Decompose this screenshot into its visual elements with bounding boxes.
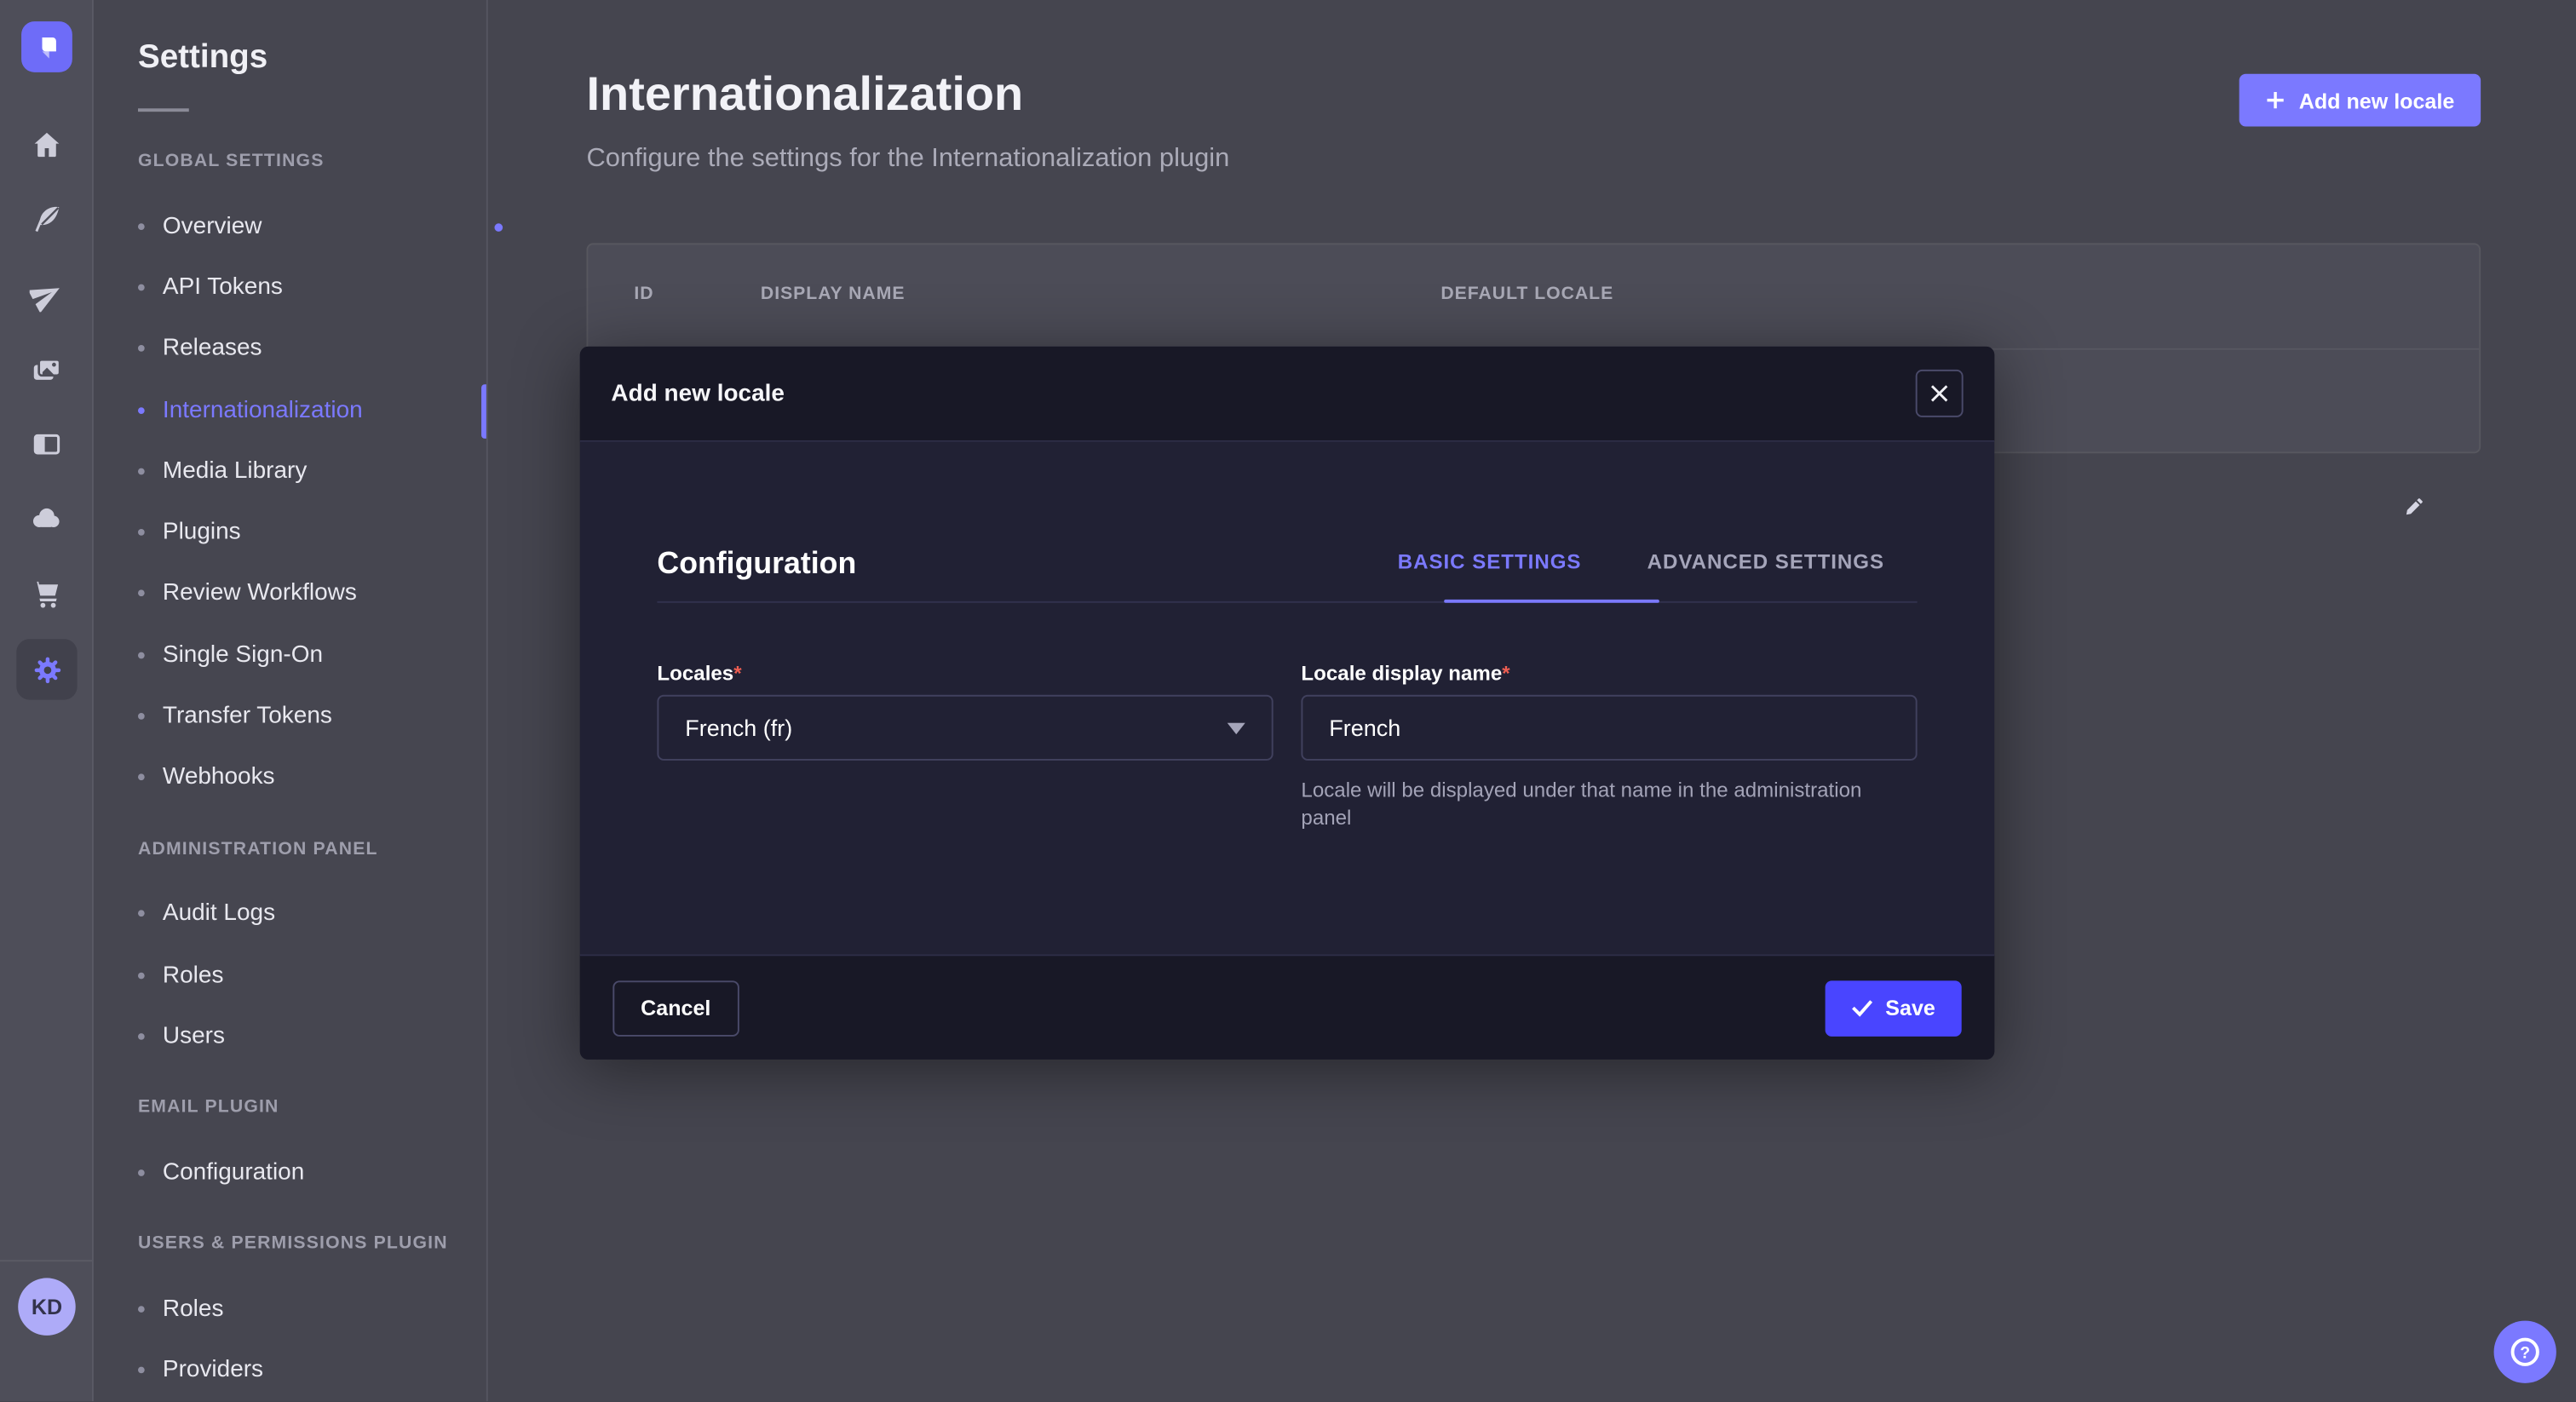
sidebar-item-providers[interactable]: Providers [138,1352,536,1388]
section-users-permissions-plugin: USERS & PERMISSIONS PLUGIN [138,1233,448,1253]
sidebar-item-webhooks[interactable]: Webhooks [138,759,536,795]
feather-icon[interactable] [26,198,66,238]
locales-select[interactable]: French (fr) [657,695,1273,761]
question-circle-icon: ? [2507,1334,2543,1370]
sidebar-item-releases[interactable]: Releases [138,330,536,366]
gear-icon [31,653,64,687]
section-administration-panel: ADMINISTRATION PANEL [138,839,378,859]
settings-sidebar: Settings GLOBAL SETTINGS Overview API To… [94,0,488,1401]
sidebar-item-single-sign-on[interactable]: Single Sign-On [138,637,536,673]
svg-text:?: ? [2520,1343,2530,1362]
plus-icon [2266,90,2286,110]
bullet-icon [138,652,145,659]
modal-close-button[interactable] [1916,370,1964,417]
add-new-locale-button[interactable]: Add new locale [2240,74,2481,127]
save-button[interactable]: Save [1825,980,1962,1036]
bullet-icon [138,223,145,230]
settings-tabs: BASIC SETTINGS ADVANCED SETTINGS [1365,537,1918,587]
display-name-hint: Locale will be displayed under that name… [1301,777,1917,833]
help-button[interactable]: ? [2494,1321,2556,1383]
sidebar-item-media-library[interactable]: Media Library [138,453,536,489]
sidebar-item-api-tokens[interactable]: API Tokens [138,269,536,305]
locales-label: Locales* [657,662,741,685]
modal-footer: Cancel Save [580,954,1994,1059]
sidebar-item-admin-roles[interactable]: Roles [138,957,536,993]
required-asterisk: * [733,662,741,685]
media-icon[interactable] [26,350,66,389]
app-root: KD Settings GLOBAL SETTINGS Overview API… [0,0,2576,1401]
check-icon [1851,999,1872,1017]
bullet-icon [138,468,145,475]
bullet-icon [138,407,145,414]
bullet-icon [138,345,145,352]
tabs-divider [657,601,1917,603]
cancel-button[interactable]: Cancel [612,980,739,1036]
bullet-icon [138,284,145,291]
home-icon[interactable] [26,125,66,164]
section-email-plugin: EMAIL PLUGIN [138,1097,279,1117]
bullet-icon [138,589,145,596]
sidebar-item-plugins[interactable]: Plugins [138,514,536,550]
bullet-icon [138,1367,145,1374]
display-name-label: Locale display name* [1301,662,1509,685]
bullet-icon [138,1033,145,1040]
add-locale-modal: Add new locale Configuration BASIC SETTI… [580,347,1994,1060]
sidebar-title-rule [138,108,189,112]
close-icon [1930,384,1948,402]
strapi-logo-icon [33,33,61,61]
sidebar-item-internationalization[interactable]: Internationalization [138,393,536,428]
avatar[interactable]: KD [18,1278,75,1336]
tab-advanced-settings[interactable]: ADVANCED SETTINGS [1614,537,1918,587]
bullet-icon [138,1169,145,1176]
column-header-display-name: DISPLAY NAME [761,284,906,304]
send-icon[interactable] [26,274,66,313]
page-title: Internationalization [586,69,1023,124]
page-subtitle: Configure the settings for the Internati… [586,145,1229,175]
nav-rail: KD [0,0,94,1401]
active-item-indicator [481,384,486,439]
modal-title: Add new locale [611,380,785,406]
bullet-icon [138,773,145,780]
cart-icon[interactable] [26,573,66,612]
bullet-icon [138,973,145,980]
sidebar-item-audit-logs[interactable]: Audit Logs [138,895,536,931]
settings-rail-item[interactable] [16,639,77,699]
edit-locale-button[interactable] [2394,488,2433,527]
sidebar-item-review-workflows[interactable]: Review Workflows [138,575,536,611]
display-name-input[interactable] [1301,695,1917,761]
required-asterisk: * [1502,662,1509,685]
tab-basic-settings[interactable]: BASIC SETTINGS [1365,537,1614,587]
notification-dot [494,222,503,231]
active-tab-underline [1444,600,1659,603]
bullet-icon [138,1306,145,1313]
cloud-icon[interactable] [26,497,66,537]
sidebar-item-transfer-tokens[interactable]: Transfer Tokens [138,698,536,734]
rail-divider [0,1260,94,1261]
sidebar-item-overview[interactable]: Overview [138,209,536,244]
pencil-icon [2403,493,2423,523]
bullet-icon [138,529,145,536]
bullet-icon [138,713,145,720]
layout-icon[interactable] [26,424,66,463]
column-header-id: ID [634,284,653,304]
sidebar-item-email-configuration[interactable]: Configuration [138,1155,536,1191]
sidebar-item-users[interactable]: Users [138,1019,536,1054]
strapi-logo[interactable] [21,21,72,72]
column-header-default-locale: DEFAULT LOCALE [1440,284,1613,304]
configuration-heading: Configuration [657,545,856,581]
locales-select-value: French (fr) [685,715,792,741]
section-global-settings: GLOBAL SETTINGS [138,151,325,170]
sidebar-item-up-roles[interactable]: Roles [138,1291,536,1327]
sidebar-title: Settings [138,39,267,77]
bullet-icon [138,910,145,916]
modal-header: Add new locale [580,347,1994,442]
chevron-down-icon [1228,722,1245,734]
